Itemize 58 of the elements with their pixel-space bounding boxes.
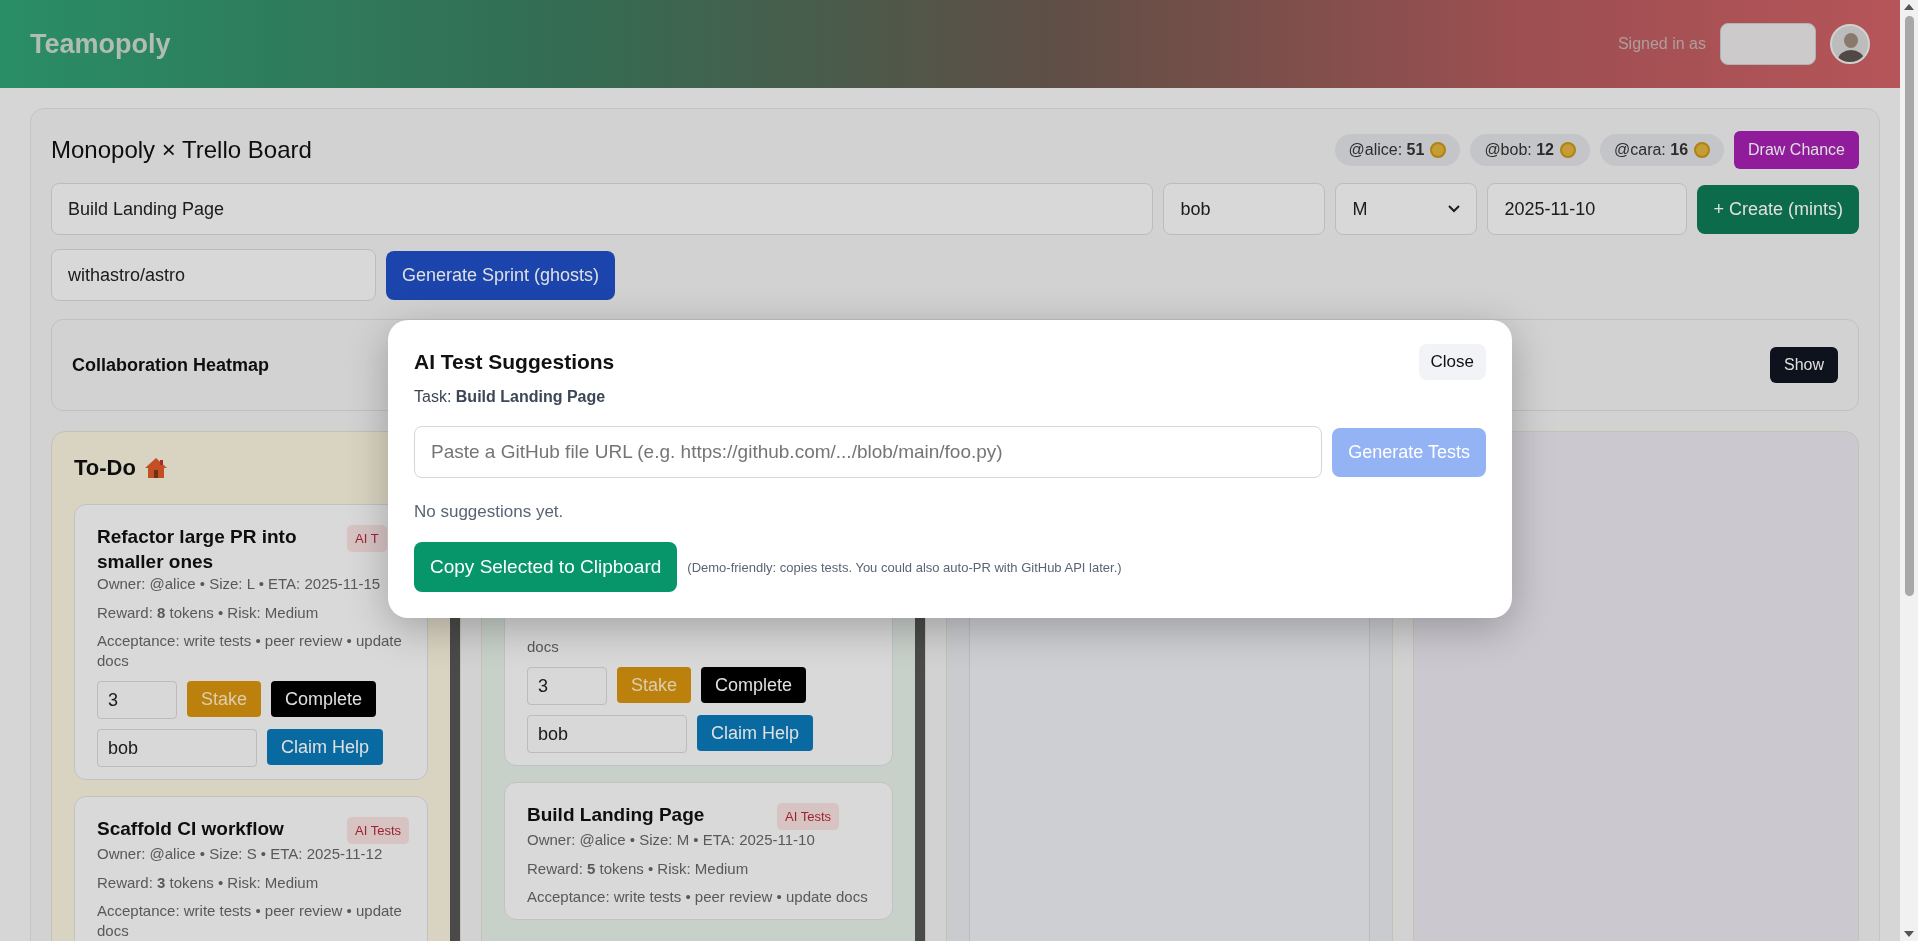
card-meta: Owner: @alice • Size: M • ETA: 2025-11-10 bbox=[527, 830, 816, 851]
draw-chance-button[interactable]: Draw Chance bbox=[1734, 131, 1859, 169]
balance-text: @alice: 51 bbox=[1348, 141, 1425, 159]
signed-in-label: Signed in as bbox=[1617, 35, 1706, 53]
card-reward: Reward: 5 tokens • Risk: Medium bbox=[527, 858, 750, 879]
stake-field[interactable]: 3 bbox=[97, 681, 177, 720]
chevron-down-icon bbox=[1448, 205, 1461, 213]
balance-text: @cara: 16 bbox=[1614, 141, 1689, 159]
avatar-icon[interactable] bbox=[1830, 24, 1870, 64]
brand-title: Teamopoly bbox=[30, 28, 171, 60]
dialog-note: (Demo-friendly: copies tests. You could also auto-PR with GitHub API later.) bbox=[687, 559, 1122, 575]
date-field[interactable]: 2025-11-10 bbox=[1487, 183, 1688, 235]
coin-icon bbox=[1430, 142, 1447, 158]
claim-help-button[interactable]: Claim Help bbox=[697, 715, 814, 752]
task-title-field[interactable]: Build Landing Page bbox=[51, 183, 1154, 235]
scroll-down-icon[interactable] bbox=[1904, 931, 1914, 937]
task-label: Task: Build Landing Page bbox=[414, 388, 607, 406]
github-url-field[interactable]: Paste a GitHub file URL (e.g. https://github.com/.../blob/main/foo.py) bbox=[414, 426, 1323, 478]
empty-message: No suggestions yet. bbox=[414, 502, 565, 522]
scrollbar[interactable] bbox=[1900, 0, 1918, 941]
heatmap-title: Collaboration Heatmap bbox=[72, 354, 270, 376]
ai-tests-tag[interactable]: AI T bbox=[347, 525, 387, 552]
generate-sprint-button[interactable]: Generate Sprint (ghosts) bbox=[386, 250, 616, 300]
card-title: Build Landing Page bbox=[527, 803, 706, 828]
card-acceptance: Acceptance: write tests • peer review • update docs bbox=[97, 900, 403, 941]
card-acceptance: Acceptance: write tests • peer review • update docs bbox=[527, 886, 869, 907]
stake-field[interactable]: 3 bbox=[527, 667, 607, 706]
card-reward: Reward: 3 tokens • Risk: Medium bbox=[97, 872, 320, 893]
show-button[interactable]: Show bbox=[1769, 347, 1838, 383]
size-select[interactable]: M bbox=[1335, 183, 1478, 235]
coin-icon bbox=[1694, 142, 1711, 158]
dialog-title: AI Test Suggestions bbox=[414, 350, 615, 374]
repo-field[interactable]: withastro/astro bbox=[51, 249, 376, 301]
scroll-up-icon[interactable] bbox=[1904, 4, 1914, 10]
card-acceptance: docs bbox=[527, 637, 560, 657]
copy-button[interactable]: Copy Selected to Clipboard bbox=[414, 542, 678, 592]
helper-field[interactable]: bob bbox=[527, 715, 687, 754]
card-title: Scaffold CI workflow bbox=[97, 817, 285, 842]
helper-field[interactable]: bob bbox=[97, 729, 257, 768]
close-button[interactable]: Close bbox=[1418, 344, 1486, 380]
create-button[interactable]: + Create (mints) bbox=[1697, 184, 1859, 234]
house-icon bbox=[143, 457, 168, 479]
claim-help-button[interactable]: Claim Help bbox=[267, 729, 384, 766]
ai-tests-tag[interactable]: AI Tests bbox=[347, 817, 409, 845]
card-title: Refactor large PR into smaller ones bbox=[97, 525, 298, 574]
card-reward: Reward: 8 tokens • Risk: Medium bbox=[97, 602, 320, 623]
complete-button[interactable]: Complete bbox=[701, 667, 807, 704]
owner-field[interactable]: bob bbox=[1163, 183, 1326, 235]
column-title: To-Do bbox=[74, 455, 136, 481]
card-meta: Owner: @alice • Size: S • ETA: 2025-11-12 bbox=[97, 844, 384, 865]
ai-tests-tag[interactable]: AI Tests bbox=[777, 803, 839, 831]
complete-button[interactable]: Complete bbox=[271, 681, 377, 718]
card-meta: Owner: @alice • Size: L • ETA: 2025-11-15 bbox=[97, 574, 382, 595]
username-field[interactable] bbox=[1720, 23, 1816, 65]
coin-icon bbox=[1560, 142, 1576, 158]
card-acceptance: Acceptance: write tests • peer review • update docs bbox=[97, 630, 403, 672]
board-title: Monopoly × Trello Board bbox=[51, 136, 312, 164]
balance-text: @bob: 12 bbox=[1484, 141, 1554, 159]
